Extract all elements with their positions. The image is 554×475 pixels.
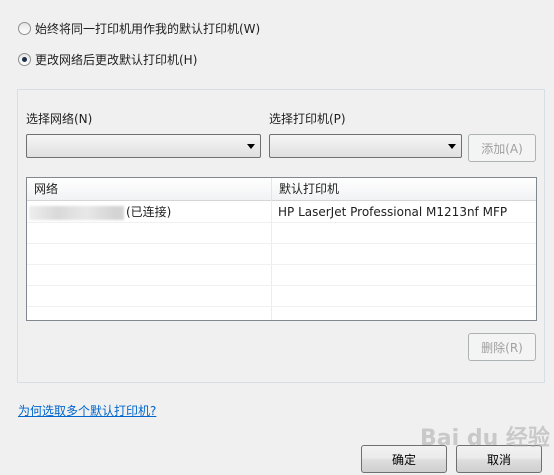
select-printer-label: 选择打印机(P) — [269, 112, 346, 126]
table-row — [27, 286, 536, 307]
chevron-down-icon — [247, 144, 255, 149]
radio-button-checked[interactable] — [18, 53, 31, 66]
network-dropdown[interactable] — [26, 134, 261, 158]
select-network-label: 选择网络(N) — [26, 112, 93, 126]
redacted-network-name — [29, 205, 124, 220]
table-header: 网络 默认打印机 — [27, 178, 536, 201]
printer-cell: HP LaserJet Professional M1213nf MFP — [278, 205, 508, 219]
table-row — [27, 265, 536, 286]
printer-dropdown[interactable] — [269, 134, 462, 158]
network-status: (已连接) — [126, 205, 172, 219]
radio-option-always-same[interactable]: 始终将同一打印机用作我的默认打印机(W) — [18, 20, 260, 37]
table-row[interactable]: (已连接) HP LaserJet Professional M1213nf M… — [27, 202, 536, 223]
network-cell: (已连接) — [29, 202, 171, 223]
add-button[interactable]: 添加(A) — [468, 134, 536, 162]
header-network[interactable]: 网络 — [27, 178, 58, 201]
remove-button[interactable]: 删除(R) — [468, 333, 536, 361]
radio-button-unchecked[interactable] — [18, 22, 31, 35]
network-printer-table: 网络 默认打印机 (已连接) HP LaserJet Professional … — [26, 177, 537, 321]
table-row — [27, 223, 536, 244]
radio-option-change-by-network[interactable]: 更改网络后更改默认打印机(H) — [18, 51, 197, 68]
table-row — [27, 244, 536, 265]
help-link[interactable]: 为何选取多个默认打印机? — [18, 402, 156, 419]
chevron-down-icon — [448, 144, 456, 149]
radio-label-change-by-network: 更改网络后更改默认打印机(H) — [35, 53, 198, 67]
radio-label-always-same: 始终将同一打印机用作我的默认打印机(W) — [35, 22, 261, 36]
baidu-watermark: Bai du 经验 — [420, 426, 550, 451]
header-default-printer[interactable]: 默认打印机 — [271, 178, 339, 201]
